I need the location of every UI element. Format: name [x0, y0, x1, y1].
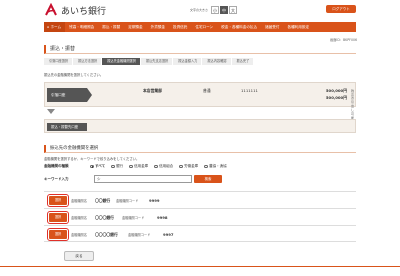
header: あいち銀行 文字の大きさ 小 中 大 ログアウト — [0, 0, 400, 20]
account-number: 1111111 — [241, 88, 258, 93]
balance-amount: 500,000円 — [325, 88, 347, 93]
font-size-medium-button[interactable]: 中 — [220, 6, 229, 14]
radio-credit-union[interactable]: 信用組合 — [154, 164, 173, 169]
footer-divider — [0, 266, 400, 267]
nav-item-foreign-deposit[interactable]: 外貨預金 — [147, 22, 169, 32]
home-icon: ⌂ — [47, 25, 50, 29]
nav-item-label: ホーム — [50, 25, 62, 29]
step-item: 振込金額入力 — [173, 58, 202, 65]
arrow-down-icon — [47, 109, 55, 114]
select-button[interactable]: 選択 — [47, 228, 69, 241]
nav-item-notifications[interactable]: 諸届受付 — [261, 22, 283, 32]
radio-bank[interactable]: 銀行 — [111, 164, 123, 169]
search-button[interactable]: 検索 — [194, 175, 222, 183]
back-button[interactable]: 戻る — [64, 251, 94, 261]
bank-logo[interactable]: あいち銀行 — [44, 2, 107, 17]
result-row: 選択 金融機関名 〇〇〇〇銀行 金融機関コード 9997 — [44, 225, 356, 242]
institution-name: 〇〇〇銀行 — [95, 214, 114, 220]
step-item: 振込完了 — [231, 58, 254, 65]
institution-name-label: 金融機関名 — [71, 199, 87, 203]
step-item: 引落口座選択 — [44, 58, 73, 65]
nav-item-tax-payment[interactable]: 税金・各種料金の払込 — [217, 22, 261, 32]
radio-agri-coop[interactable]: 農協・漁協 — [204, 164, 227, 169]
select-button[interactable]: 選択 — [47, 194, 69, 207]
section-title: 振込先の金融機関を選択 — [44, 145, 356, 153]
logout-button[interactable]: ログアウト — [326, 5, 356, 13]
institution-code: 9997 — [163, 231, 174, 237]
radio-labor-bank[interactable]: 労働金庫 — [179, 164, 198, 169]
radio-unchecked-icon — [129, 164, 133, 169]
nav-item-transfer[interactable]: 振込・振替 — [98, 22, 124, 32]
keyword-row: キーワード入力 検索 — [44, 175, 222, 183]
radio-checked-icon — [90, 164, 94, 169]
nav-item-home[interactable]: ⌂ ホーム — [44, 22, 66, 32]
section-description: 金融機関を選択するか、キーワードで絞り込みをしてください。 — [44, 157, 140, 161]
from-account-panel: 引落口座 本店営業部 普通 1111111 500,000円 残高 500,00… — [44, 82, 356, 128]
nav-item-settings[interactable]: 各種利用設定 — [283, 22, 313, 32]
screen-id: 画面ID：BKPF006 — [330, 38, 358, 42]
withdrawable-amount: 500,000円 — [325, 95, 347, 100]
keyword-input[interactable] — [94, 175, 192, 183]
radio-label: 信用金庫 — [134, 164, 149, 168]
institution-code: 9998 — [157, 214, 168, 220]
main-nav: ⌂ ホーム 残高・明細照会 振込・振替 定期預金 外貨預金 投資信託 住宅ローン… — [44, 22, 356, 32]
institution-code-label: 金融機関コード — [116, 199, 139, 203]
institution-name-label: 金融機関名 — [71, 233, 87, 237]
branch-name: 本店営業部 — [143, 88, 162, 93]
radio-unchecked-icon — [204, 164, 208, 169]
bank-logo-text: あいち銀行 — [61, 6, 107, 17]
institution-type-label: 金融機関の種類 — [44, 164, 69, 168]
institution-type-filter: 金融機関の種類 すべて 銀行 信用金庫 信用組合 労働金庫 農協・漁協 — [44, 164, 233, 169]
page-title: 振込・振替 — [44, 45, 356, 54]
radio-shinkin[interactable]: 信用金庫 — [129, 164, 148, 169]
institution-code-label: 金融機関コード — [128, 233, 151, 237]
institution-name-label: 金融機関名 — [71, 216, 87, 220]
institution-code-label: 金融機関コード — [122, 216, 145, 220]
nav-item-home-loan[interactable]: 住宅ローン — [191, 22, 217, 32]
result-row: 選択 金融機関名 〇〇銀行 金融機関コード 9999 — [44, 191, 356, 208]
result-row: 選択 金融機関名 〇〇〇銀行 金融機関コード 9998 — [44, 208, 356, 225]
from-account-label: 引落口座 — [47, 88, 87, 102]
step-indicator: 引落口座選択 振込方法選択 振込先金融機関選択 振込先支店選択 振込金額入力 振… — [44, 58, 254, 65]
radio-unchecked-icon — [111, 164, 115, 169]
radio-label: 信用組合 — [159, 164, 174, 168]
font-size-large-button[interactable]: 大 — [229, 6, 238, 14]
radio-label: 労働金庫 — [184, 164, 199, 168]
radio-all[interactable]: すべて — [90, 164, 105, 169]
account-type: 普通 — [203, 88, 211, 93]
font-size-label: 文字の大きさ — [190, 8, 209, 12]
to-account-label: 振込・振替先口座 — [47, 123, 87, 131]
step-item-current: 振込先金融機関選択 — [102, 58, 140, 65]
font-size-small-button[interactable]: 小 — [211, 6, 220, 14]
keyword-label: キーワード入力 — [44, 176, 69, 181]
step-item: 振込先支店選択 — [140, 58, 173, 65]
select-button[interactable]: 選択 — [47, 211, 69, 224]
bank-logo-icon — [44, 2, 58, 17]
institution-code: 9999 — [149, 197, 160, 203]
arrow-right-icon — [87, 88, 92, 102]
step-item: 振込内容確認 — [202, 58, 231, 65]
step-item: 振込方法選択 — [73, 58, 102, 65]
font-size-selector: 文字の大きさ 小 中 大 — [190, 6, 238, 14]
radio-label: すべて — [95, 164, 106, 168]
nav-item-balance[interactable]: 残高・明細照会 — [65, 22, 98, 32]
institution-name: 〇〇〇〇銀行 — [95, 231, 118, 237]
radio-unchecked-icon — [179, 164, 183, 169]
radio-label: 農協・漁協 — [209, 164, 227, 168]
radio-unchecked-icon — [154, 164, 158, 169]
institution-name: 〇〇銀行 — [95, 197, 111, 203]
instruction-text: 振込先の金融機関を選択してください。 — [44, 73, 104, 77]
nav-item-time-deposit[interactable]: 定期預金 — [124, 22, 146, 32]
to-account-panel: 振込・振替先口座 — [44, 119, 356, 133]
nav-item-investment-trust[interactable]: 投資信託 — [169, 22, 191, 32]
radio-label: 銀行 — [116, 164, 124, 168]
